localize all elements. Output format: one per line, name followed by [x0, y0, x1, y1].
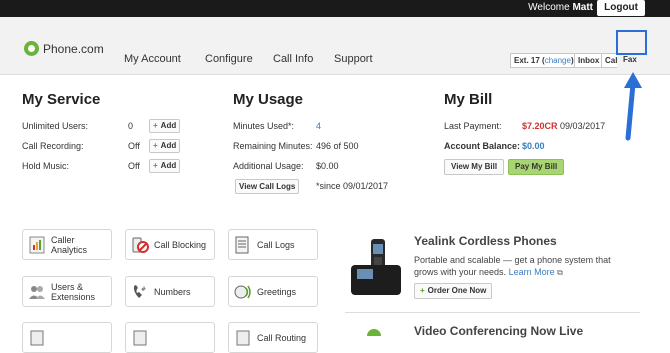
- call-routing-icon: [236, 330, 250, 345]
- tab-inbox[interactable]: Inbox: [574, 53, 604, 68]
- tile-call-logs[interactable]: Call Logs: [228, 229, 318, 260]
- account-balance-label: Account Balance:: [444, 141, 521, 151]
- annotation-arrow-icon: [624, 72, 642, 141]
- plus-icon: +: [153, 141, 158, 150]
- tile-caller-analytics[interactable]: Caller Analytics: [22, 229, 112, 260]
- tile-greetings[interactable]: Greetings: [228, 276, 318, 307]
- users-icon: [29, 285, 45, 299]
- my-bill-title: My Bill: [444, 91, 493, 108]
- tile-call-blocking[interactable]: Call Blocking: [125, 229, 215, 260]
- additional-usage-label: Additional Usage:: [233, 161, 304, 171]
- promo-video-title: Video Conferencing Now Live: [414, 324, 584, 338]
- hold-music-value: Off: [128, 161, 140, 171]
- top-bar: Welcome Matt Logout: [0, 0, 670, 17]
- logout-button[interactable]: Logout: [597, 0, 645, 16]
- tile-call-routing[interactable]: Call Routing: [228, 322, 318, 353]
- since-note: *since 09/01/2017: [316, 181, 389, 191]
- last-payment-label: Last Payment:: [444, 121, 502, 131]
- learn-more-link[interactable]: Learn More: [509, 267, 555, 277]
- nav-support[interactable]: Support: [334, 53, 373, 65]
- tile-icon: [30, 330, 44, 345]
- call-blocking-icon: [132, 237, 149, 253]
- tab-fax[interactable]: Fax: [620, 53, 640, 68]
- add-users-button[interactable]: + Add: [149, 119, 181, 133]
- plus-icon: +: [153, 121, 158, 130]
- plus-icon: +: [420, 286, 425, 295]
- call-recording-value: Off: [128, 141, 140, 151]
- welcome-text: Welcome Matt: [528, 2, 593, 13]
- video-icon: [367, 329, 381, 336]
- header: Phone.com My Account Configure Call Info…: [0, 17, 670, 75]
- last-payment-date: 09/03/2017: [560, 121, 606, 131]
- analytics-icon: [29, 236, 45, 253]
- logo-text: Phone.com: [43, 41, 104, 56]
- account-balance-value: $0.00: [522, 141, 545, 151]
- minutes-used-value[interactable]: 4: [316, 121, 321, 131]
- add-hold-music-button[interactable]: + Add: [149, 159, 181, 173]
- logo-icon: [24, 41, 39, 56]
- numbers-icon: #: [133, 284, 146, 298]
- my-service-title: My Service: [22, 91, 101, 108]
- cordless-phone-image: [351, 239, 401, 295]
- unlimited-users-value: 0: [128, 121, 134, 131]
- hold-music-label: Hold Music:: [22, 161, 70, 171]
- last-payment-amount: $7.20CR: [522, 121, 558, 131]
- tile-icon: [133, 330, 147, 345]
- remaining-minutes-label: Remaining Minutes:: [233, 141, 313, 151]
- tile-row3-1[interactable]: [22, 322, 112, 353]
- promo-text: Portable and scalable — get a phone syst…: [414, 255, 611, 277]
- fax-highlight-box: [616, 30, 647, 55]
- extension-selector[interactable]: Ext. 17 (change): [510, 53, 578, 68]
- greetings-icon: [234, 285, 251, 298]
- call-logs-icon: [235, 236, 249, 253]
- divider: [345, 312, 640, 313]
- promo-title: Yealink Cordless Phones: [414, 234, 557, 248]
- order-one-now-button[interactable]: + Order One Now: [414, 283, 493, 299]
- additional-usage-value: $0.00: [316, 161, 339, 171]
- tile-row3-2[interactable]: [125, 322, 215, 353]
- add-call-recording-button[interactable]: + Add: [149, 139, 181, 153]
- user-name: Matt: [572, 2, 593, 13]
- tab-calls[interactable]: Cal: [601, 53, 617, 68]
- nav-configure[interactable]: Configure: [205, 53, 253, 65]
- nav-call-info[interactable]: Call Info: [273, 53, 313, 65]
- my-usage-title: My Usage: [233, 91, 304, 108]
- svg-text:#: #: [141, 286, 146, 293]
- remaining-minutes-value: 496 of 500: [316, 141, 359, 151]
- call-recording-label: Call Recording:: [22, 141, 84, 151]
- nav-my-account[interactable]: My Account: [124, 53, 181, 65]
- pay-my-bill-button[interactable]: Pay My Bill: [508, 159, 565, 175]
- tile-users-extensions[interactable]: Users & Extensions: [22, 276, 112, 307]
- view-my-bill-button[interactable]: View My Bill: [444, 159, 505, 175]
- last-payment-value: $7.20CR 09/03/2017: [522, 121, 605, 131]
- minutes-used-label: Minutes Used*:: [233, 121, 295, 131]
- logo[interactable]: Phone.com: [24, 41, 104, 56]
- plus-icon: +: [153, 161, 158, 170]
- tile-numbers[interactable]: # Numbers: [125, 276, 215, 307]
- change-extension-link[interactable]: change: [545, 56, 571, 65]
- unlimited-users-label: Unlimited Users:: [22, 121, 89, 131]
- view-call-logs-button[interactable]: View Call Logs: [235, 179, 300, 194]
- external-link-icon: ⧉: [557, 268, 563, 277]
